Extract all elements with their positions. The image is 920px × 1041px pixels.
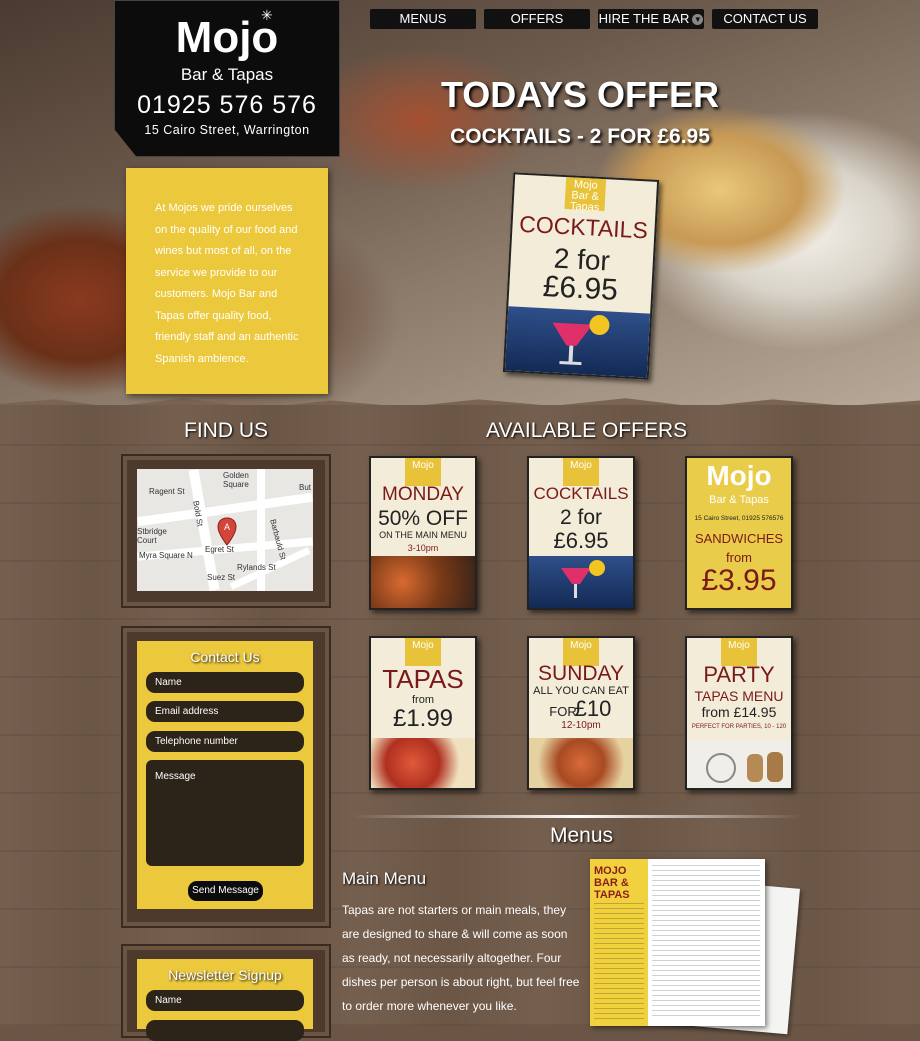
todays-offer-title: TODAYS OFFER [440,74,720,115]
map-label: Myra Square N [139,551,193,560]
send-message-button[interactable]: Send Message [188,881,263,901]
food-image [529,738,633,788]
card-line: from [726,550,752,565]
contact-heading: Contact Us [190,649,260,665]
card-line: from £14.95 [701,704,777,720]
logo-subtitle: Bar & Tapas [180,65,274,84]
menus-heading: Menus [550,824,614,847]
champagne-cork-image [687,740,791,788]
menu-thumbnail[interactable]: MOJO BAR & TAPAS [590,859,765,1026]
card-line: TAPAS [382,664,464,694]
newsletter-email-field[interactable] [146,1020,304,1041]
newsletter-heading: Newsletter Signup [168,967,282,983]
logo-phone: 01925 576 576 [137,91,317,119]
card-line: 2 for [559,506,603,529]
card-line: £10 [574,696,612,721]
poster-line: £6.95 [541,270,619,307]
map-label: Rylands St [237,563,276,572]
cork-icon [706,752,783,783]
map-marker-label: A [224,522,230,532]
find-us-heading: FIND US [184,419,268,442]
poster-logo: Mojo [405,458,441,486]
newsletter-name-field[interactable]: Name [146,990,304,1011]
email-field[interactable]: Email address [146,701,304,722]
map-marker-icon[interactable]: A [217,517,237,547]
food-image [371,556,475,608]
poster-logo: Mojo [405,638,441,666]
cocktail-image [504,306,651,378]
poster-logo: Mojo Bar & Tapas [564,177,607,214]
card-logo: Mojo [706,460,772,491]
cocktail-glass-icon [552,315,610,366]
logo-address: 15 Cairo Street, Warrington [144,123,310,137]
chevron-down-icon: ▼ [692,14,704,26]
intro-text: At Mojos we pride ourselves on the quali… [155,202,299,365]
map-label: Ragent St [149,487,185,496]
card-line: TAPAS MENU [694,688,784,704]
food-image [371,738,475,788]
menus-divider [352,815,802,818]
map-label: Golden Square [223,471,249,489]
todays-offer-subtitle: COCKTAILS - 2 FOR £6.95 [450,125,710,148]
map-label: Suez St [207,573,236,582]
telephone-field[interactable]: Telephone number [146,731,304,752]
card-line: MONDAY [382,484,464,505]
nav-menus[interactable]: MENUS [370,9,476,29]
menu-thumb-title: MOJO BAR & TAPAS [594,865,630,901]
card-line: 12-10pm [561,720,601,731]
map[interactable]: Golden Square Ragent St Bold St Egret St… [137,469,313,591]
card-line: 50% OFF [378,507,468,530]
card-line: SANDWICHES [694,531,784,546]
nav-offers-label: OFFERS [510,11,564,26]
card-line: Bar & Tapas [709,494,769,506]
offer-card-sandwiches[interactable]: Mojo Bar & Tapas 15 Cairo Street, 01925 … [685,456,793,610]
map-label: Stbridge Court [137,527,167,545]
intro-panel: At Mojos we pride ourselves on the quali… [126,168,328,394]
logo-name: Mojo [175,13,279,62]
newsletter-form: Newsletter Signup Name [137,959,313,1041]
menu-thumb-lines [652,865,760,1020]
name-field[interactable]: Name [146,672,304,693]
offer-card-tapas[interactable]: Mojo TAPAS from £1.99 [369,636,477,790]
nav-hire-the-bar[interactable]: HIRE THE BAR ▼ [598,9,704,29]
card-line: 3-10pm [407,543,439,553]
cocktail-image [529,556,633,608]
offer-card-cocktails[interactable]: Mojo COCKTAILS 2 for £6.95 [527,456,635,610]
card-line: 15 Cairo Street, 01925 576576 [694,515,784,522]
featured-offer-poster[interactable]: Mojo Bar & Tapas COCKTAILS 2 for £6.95 [502,172,660,380]
nav-contact-label: CONTACT US [723,11,807,26]
card-line: PERFECT FOR PARTIES, 10 - 120 [691,724,787,730]
poster-logo: Mojo [563,458,599,486]
map-label: But [299,483,312,492]
poster-line: COCKTAILS [518,210,649,244]
nav-hire-label: HIRE THE BAR [598,11,690,26]
card-line: £6.95 [553,528,609,553]
menu-thumb-sidebar-lines [594,903,644,1021]
card-line: £1.99 [392,705,454,732]
nav-offers[interactable]: OFFERS [484,9,590,29]
card-line: £3.95 [701,564,777,597]
cocktail-glass-icon [561,560,605,598]
contact-form: Contact Us Name Email address Telephone … [137,641,313,909]
logo-star-icon: ✳ [261,7,273,23]
card-line: ON THE MAIN MENU [379,530,467,540]
nav-contact-us[interactable]: CONTACT US [712,9,818,29]
card-line: SUNDAY [538,662,624,685]
nav-menus-label: MENUS [399,11,447,26]
offer-card-monday[interactable]: Mojo MONDAY 50% OFF ON THE MAIN MENU 3-1… [369,456,477,610]
available-offers-heading: AVAILABLE OFFERS [486,419,688,442]
site-logo[interactable]: Mojo ✳ Bar & Tapas 01925 576 576 15 Cair… [114,0,340,157]
offer-card-sunday[interactable]: Mojo SUNDAY ALL YOU CAN EAT FOR £10 12-1… [527,636,635,790]
main-menu-heading: Main Menu [342,869,427,888]
card-line: PARTY [703,662,775,687]
offer-card-party[interactable]: Mojo PARTY TAPAS MENU from £14.95 PERFEC… [685,636,793,790]
message-field[interactable]: Message [146,760,304,866]
card-line: COCKTAILS [533,484,629,503]
main-menu-text: Tapas are not starters or main meals, th… [342,903,580,1013]
